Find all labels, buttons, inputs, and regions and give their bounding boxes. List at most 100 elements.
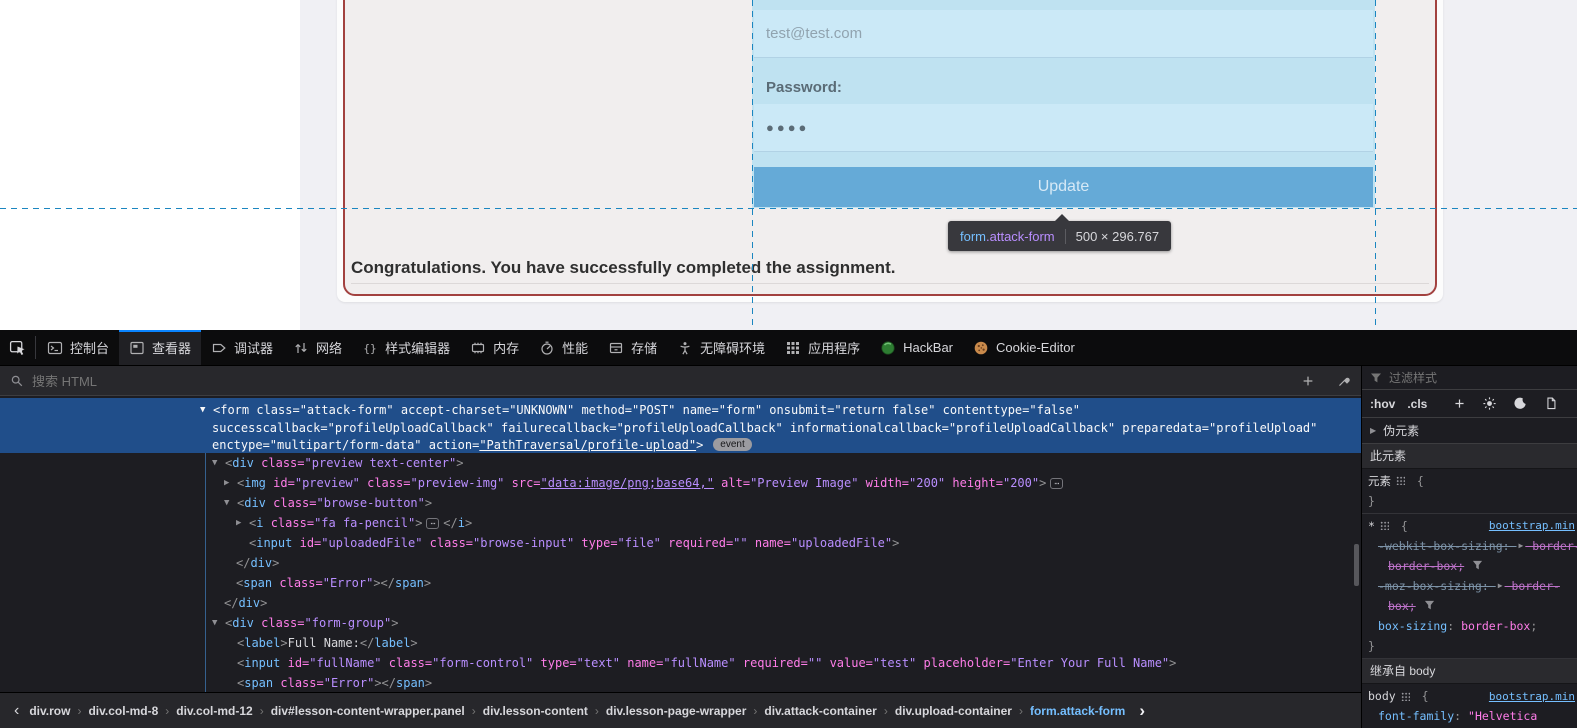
markup-line[interactable]: ▼ <form class="attack-form" accept-chars…: [0, 398, 1361, 419]
rules-panel: 过滤样式 :hov .cls ▶ 伪元素 此元素 元素 {} * {boo: [1362, 366, 1577, 728]
memory-icon: [470, 340, 486, 356]
debugger-icon: [211, 340, 227, 356]
devtools-tab-hackbar[interactable]: HackBar: [870, 330, 963, 365]
tab-label: 存储: [631, 338, 657, 357]
breadcrumb-separator: ›: [595, 704, 599, 718]
tab-label: HackBar: [903, 340, 953, 355]
devtools-tab-accessibility[interactable]: 无障碍环境: [667, 330, 775, 365]
rule-line[interactable]: -webkit-box-sizing: ▶ border-: [1362, 536, 1577, 556]
breadcrumb-item[interactable]: div.row: [29, 704, 70, 718]
browser-viewport: Congratulations. You have successfully c…: [0, 0, 1577, 330]
breadcrumb-item[interactable]: div.lesson-content: [483, 704, 588, 718]
tab-label: 查看器: [152, 338, 191, 357]
devtools-tabbar: 控制台 查看器调试器网络 {} 样式编辑器内存性能 存储无障碍环境 应用程序 HackBar…: [0, 330, 1577, 366]
universal-rule: * {bootstrap.min-webkit-box-sizing: ▶ bo…: [1362, 514, 1577, 659]
breadcrumb-item[interactable]: div.col-md-8: [88, 704, 158, 718]
breadcrumb-scroll-right-icon[interactable]: ›: [1139, 701, 1145, 721]
devtools-tab-memory[interactable]: 内存: [460, 330, 529, 365]
breadcrumb: ‹ div.row › div.col-md-8 › div.col-md-12 › div…: [0, 692, 1361, 728]
markup-search-bar[interactable]: 搜索 HTML: [0, 366, 1361, 396]
rule-line[interactable]: font-family: "Helvetica: [1362, 706, 1577, 726]
pseudo-class-toggle[interactable]: :hov: [1370, 397, 1395, 411]
page-left-background: [0, 0, 300, 330]
event-badge[interactable]: event: [713, 438, 751, 451]
inspector-guide-right: [1375, 0, 1376, 330]
rule-line[interactable]: * {bootstrap.min: [1362, 516, 1577, 536]
update-button[interactable]: Update: [754, 167, 1373, 207]
markup-view[interactable]: ▼ <form class="attack-form" accept-chars…: [0, 396, 1361, 692]
rule-line[interactable]: -moz-box-sizing: ▶ border-: [1362, 576, 1577, 596]
add-node-icon[interactable]: [1301, 374, 1315, 388]
ellipsis-badge[interactable]: ⋯: [1050, 478, 1063, 489]
rule-line[interactable]: 元素 {: [1362, 471, 1577, 491]
congratulations-text: Congratulations. You have successfully c…: [351, 258, 895, 278]
devtools-tab-performance[interactable]: 性能: [529, 330, 598, 365]
markup-scrollbar[interactable]: [1354, 544, 1359, 586]
dark-scheme-icon[interactable]: [1513, 396, 1528, 411]
breadcrumb-item[interactable]: form.attack-form: [1030, 704, 1125, 718]
filter-property-icon[interactable]: [1472, 560, 1483, 571]
pick-element-button[interactable]: [0, 330, 34, 365]
selector-highlight-icon[interactable]: [1380, 521, 1389, 530]
selector-highlight-icon[interactable]: [1401, 692, 1410, 701]
filter-styles-bar[interactable]: 过滤样式: [1362, 366, 1577, 390]
search-input[interactable]: 搜索 HTML: [32, 371, 1293, 390]
tab-label: 样式编辑器: [385, 338, 450, 357]
cookie-editor-icon: [973, 340, 989, 356]
filter-property-icon[interactable]: [1424, 600, 1435, 611]
devtools-tab-inspector[interactable]: 查看器: [119, 330, 201, 365]
devtools-tab-console[interactable]: 控制台: [37, 330, 119, 365]
breadcrumb-separator: ›: [753, 704, 757, 718]
selector-highlight-icon[interactable]: [1396, 476, 1405, 485]
devtools-tab-cookie-editor[interactable]: Cookie-Editor: [963, 330, 1085, 365]
tab-label: Cookie-Editor: [996, 340, 1075, 355]
password-label: Password:: [766, 79, 842, 96]
pick-element-icon: [9, 339, 26, 356]
filter-funnel-icon: [1370, 372, 1382, 384]
print-simulation-icon[interactable]: [1544, 396, 1558, 411]
eyedropper-icon[interactable]: [1337, 374, 1351, 388]
rules-toggles-row: :hov .cls: [1362, 390, 1577, 418]
ellipsis-badge[interactable]: ⋯: [426, 518, 439, 529]
performance-icon: [539, 340, 555, 356]
tab-label: 应用程序: [808, 338, 860, 357]
breadcrumb-separator: ›: [165, 704, 169, 718]
devtools-tab-application[interactable]: 应用程序: [775, 330, 870, 365]
inspector-infobar: form.attack-form 500 × 296.767: [948, 221, 1171, 251]
rule-line[interactable]: border-box;: [1362, 556, 1577, 576]
stylesheet-link[interactable]: bootstrap.min: [1489, 519, 1577, 532]
breadcrumb-scroll-left-icon[interactable]: ‹: [4, 702, 29, 720]
rule-line[interactable]: }: [1362, 636, 1577, 656]
markup-line[interactable]: successcallback="profileUploadCallback" …: [0, 419, 1361, 436]
devtools-tab-styleeditor[interactable]: {} 样式编辑器: [352, 330, 460, 365]
class-toggle[interactable]: .cls: [1407, 397, 1427, 411]
styleeditor-icon: {}: [362, 340, 378, 356]
rule-line[interactable]: box;: [1362, 596, 1577, 616]
filter-styles-input[interactable]: 过滤样式: [1389, 369, 1437, 386]
email-input[interactable]: test@test.com: [754, 10, 1373, 58]
devtools-tab-debugger[interactable]: 调试器: [201, 330, 283, 365]
stylesheet-link[interactable]: bootstrap.min: [1489, 690, 1577, 703]
pseudo-elements-section[interactable]: ▶ 伪元素: [1362, 418, 1577, 444]
breadcrumb-item[interactable]: div.attack-container: [764, 704, 876, 718]
password-input[interactable]: ●●●●: [754, 104, 1373, 152]
rule-line[interactable]: }: [1362, 491, 1577, 511]
inspector-guide-left: [752, 0, 753, 330]
congratulations-divider: [351, 283, 1429, 284]
light-scheme-icon[interactable]: [1482, 396, 1497, 411]
storage-icon: [608, 340, 624, 356]
devtools-tab-storage[interactable]: 存储: [598, 330, 667, 365]
inspector-icon: [129, 340, 145, 356]
accessibility-icon: [677, 340, 693, 356]
add-rule-icon[interactable]: [1453, 397, 1466, 410]
rule-line[interactable]: body {bootstrap.min: [1362, 686, 1577, 706]
markup-line[interactable]: enctype="multipart/form-data" action="Pa…: [0, 436, 1361, 453]
devtools-tab-network[interactable]: 网络: [283, 330, 352, 365]
devtools-panel: 控制台 查看器调试器网络 {} 样式编辑器内存性能 存储无障碍环境 应用程序 HackBar…: [0, 330, 1577, 728]
breadcrumb-item[interactable]: div.col-md-12: [176, 704, 252, 718]
breadcrumb-item[interactable]: div.upload-container: [895, 704, 1012, 718]
inherited-from-body-header: 继承自 body: [1362, 659, 1577, 684]
breadcrumb-item[interactable]: div.lesson-page-wrapper: [606, 704, 746, 718]
breadcrumb-item[interactable]: div#lesson-content-wrapper.panel: [271, 704, 465, 718]
rule-line[interactable]: box-sizing: border-box;: [1362, 616, 1577, 636]
